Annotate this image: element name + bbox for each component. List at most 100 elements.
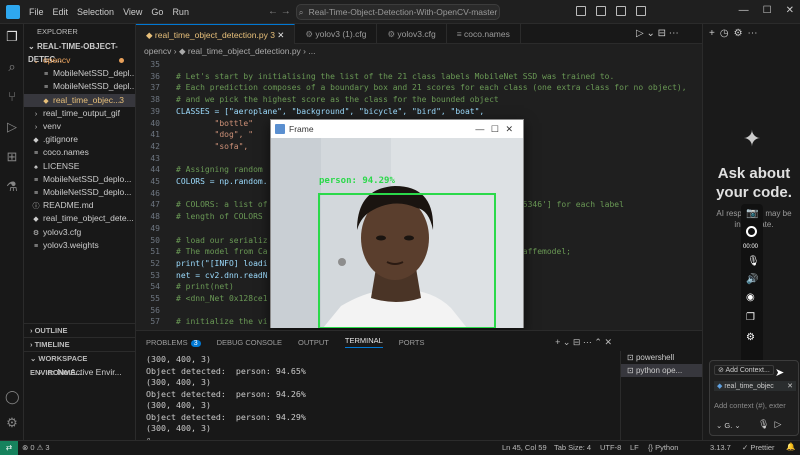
tree-item[interactable]: ≡ coco.names: [24, 146, 135, 159]
speaker-icon[interactable]: 🔊: [746, 274, 758, 285]
settings-gear-icon[interactable]: ⚙: [734, 28, 748, 39]
tree-item[interactable]: ≡ MobileNetSSD_depl...: [24, 80, 135, 93]
editor-tab[interactable]: ◆ real_time_object_detection.py 3 ✕: [136, 24, 296, 44]
context-file-chip[interactable]: ◆ real_time_objec ✕: [714, 381, 796, 391]
send-icon[interactable]: ▷: [774, 419, 786, 429]
tree-item[interactable]: ≡ MobileNetSSD_deplo...: [24, 186, 135, 199]
explorer-icon[interactable]: ❐: [5, 30, 19, 44]
extensions-icon[interactable]: ⊞: [5, 150, 19, 164]
tree-item[interactable]: ≡ MobileNetSSD_deplo...: [24, 173, 135, 186]
editor-tab-label: yolov3 (1).cfg: [315, 29, 367, 39]
settings-gear-icon[interactable]: ⚙: [5, 416, 19, 430]
panel-tab-problems[interactable]: PROBLEMS 3: [146, 338, 201, 347]
frame-window[interactable]: Frame — ☐ ✕ person: 94.29%: [270, 119, 524, 328]
panel-tab-debug-console[interactable]: DEBUG CONSOLE: [217, 338, 282, 347]
tree-item[interactable]: ≡ yolov3.weights: [24, 239, 135, 252]
account-icon[interactable]: ◯: [5, 390, 20, 404]
menu-run[interactable]: Run: [172, 7, 189, 17]
workspace-env-section[interactable]: ⌄ WORKSPACE ENVIRONME...: [24, 351, 135, 377]
menu-file[interactable]: File: [29, 7, 44, 17]
problems-status[interactable]: ⊗ 0 ⚠ 3: [22, 443, 50, 452]
tree-item-label: real_time_object_dete...: [43, 213, 134, 224]
nav-arrows[interactable]: ← →: [268, 6, 291, 17]
panel-actions[interactable]: + ⌄ ⊟ ⋯ ⌃ ✕: [555, 337, 612, 348]
menu-view[interactable]: View: [123, 7, 142, 17]
more-icon[interactable]: ⋯: [748, 28, 763, 39]
toggle-panel-icon[interactable]: [596, 6, 606, 16]
tree-item[interactable]: ◆ .gitignore: [24, 133, 135, 146]
editor-actions[interactable]: ▷ ⌄ ⊟ ⋯: [636, 28, 679, 39]
file-type-icon: ›: [34, 124, 38, 131]
search-icon[interactable]: ⌕: [5, 60, 19, 74]
tree-item[interactable]: ♠ LICENSE: [24, 160, 135, 173]
tree-item[interactable]: › real_time_output_gif: [24, 107, 135, 120]
new-chat-icon[interactable]: +: [709, 28, 720, 39]
line-ending[interactable]: LF: [630, 443, 639, 452]
encoding[interactable]: UTF-8: [600, 443, 621, 452]
testing-icon[interactable]: ⚗: [5, 180, 19, 194]
outline-section[interactable]: › OUTLINE: [24, 323, 135, 337]
notifications-bell-icon[interactable]: 🔔: [786, 442, 795, 451]
folder-icon: ▭: [47, 367, 58, 377]
history-icon[interactable]: ◷: [720, 28, 734, 39]
camera-icon[interactable]: 📷: [746, 208, 758, 219]
command-center-search[interactable]: ⌕ Real-Time-Object-Detection-With-OpenCV…: [296, 4, 500, 20]
run-debug-icon[interactable]: ▷: [5, 120, 19, 134]
chat-pane: +◷⚙⋯ ✦ Ask about your code. AI responses…: [702, 24, 800, 440]
editor-tab[interactable]: ⚙ yolov3.cfg: [377, 24, 447, 44]
close-icon[interactable]: ✕: [786, 5, 794, 16]
window-select-icon[interactable]: ❐: [746, 312, 755, 323]
source-control-icon[interactable]: ⑂: [5, 90, 19, 104]
line-number: 48: [150, 212, 160, 222]
terminal-instance[interactable]: ⊡ python ope...: [621, 364, 702, 377]
chat-mode-select[interactable]: ⌄ G. ⌄: [716, 421, 741, 430]
webcam-icon[interactable]: ◉: [746, 292, 755, 303]
microphone-icon[interactable]: 🎙: [747, 256, 760, 267]
minimize-icon[interactable]: —: [739, 5, 749, 16]
timeline-section[interactable]: › TIMELINE: [24, 337, 135, 351]
panel-tab-terminal[interactable]: TERMINAL: [344, 336, 383, 348]
language-mode[interactable]: {} Python: [648, 443, 678, 452]
close-tab-icon[interactable]: ✕: [275, 30, 284, 40]
menu-go[interactable]: Go: [151, 7, 163, 17]
add-context-button[interactable]: ⊘ Add Context...: [714, 365, 774, 375]
terminal-output[interactable]: (300, 400, 3) Object detected: person: 94…: [146, 354, 306, 446]
editor-tab[interactable]: ⚙ yolov3 (1).cfg: [295, 24, 378, 44]
tree-item[interactable]: ◆ real_time_object_dete...: [24, 212, 135, 225]
python-version[interactable]: 3.13.7: [710, 443, 731, 452]
menu-edit[interactable]: Edit: [53, 7, 69, 17]
tree-item[interactable]: › venv: [24, 120, 135, 133]
maximize-icon[interactable]: ☐: [763, 5, 772, 16]
terminal-instance[interactable]: ⊡ powershell: [621, 351, 702, 364]
tree-item[interactable]: ⚙ yolov3.cfg: [24, 226, 135, 239]
toggle-sidebar-icon[interactable]: [576, 6, 586, 16]
remote-indicator-icon[interactable]: ⇄: [0, 441, 18, 455]
chat-input-placeholder[interactable]: Add context (#), exter: [714, 401, 786, 410]
cursor-position[interactable]: Ln 45, Col 59: [502, 443, 547, 452]
editor-tab-label: coco.names: [464, 29, 510, 39]
editor-tab[interactable]: ≡ coco.names: [447, 24, 521, 44]
prettier-status[interactable]: ✓ Prettier: [742, 443, 775, 452]
line-number: 44: [150, 165, 160, 175]
panel-tab-output[interactable]: OUTPUT: [298, 338, 329, 347]
frame-window-controls[interactable]: — ☐ ✕: [475, 120, 515, 138]
recorder-settings-icon[interactable]: ⚙: [746, 332, 755, 343]
chat-heading: Ask about your code.: [716, 165, 792, 201]
microphone-icon[interactable]: 🎙: [758, 419, 774, 429]
tree-item[interactable]: ≡ MobileNetSSD_depl...: [24, 67, 135, 80]
record-icon[interactable]: [746, 226, 757, 237]
tree-item[interactable]: ⓘ README.md: [24, 199, 135, 212]
tab-size[interactable]: Tab Size: 4: [554, 443, 591, 452]
tree-item[interactable]: ⌄ opencv: [24, 54, 135, 67]
customize-layout-icon[interactable]: [636, 6, 646, 16]
toggle-secondary-sidebar-icon[interactable]: [616, 6, 626, 16]
no-active-env[interactable]: › ▭ No Active Envir...: [24, 366, 135, 379]
remove-context-icon[interactable]: ✕: [787, 382, 793, 390]
frame-titlebar[interactable]: Frame — ☐ ✕: [271, 120, 523, 138]
workspace-root[interactable]: ⌄ REAL-TIME-OBJECT-DETEC...: [24, 40, 135, 64]
chat-input-box[interactable]: ⊘ Add Context... ◆ real_time_objec ✕ Add …: [709, 360, 799, 436]
menu-selection[interactable]: Selection: [77, 7, 114, 17]
breadcrumb[interactable]: opencv › ◆ real_time_object_detection.py…: [136, 44, 702, 58]
panel-tab-ports[interactable]: PORTS: [399, 338, 425, 347]
tree-item[interactable]: ◆ real_time_objec... 3: [24, 93, 135, 107]
